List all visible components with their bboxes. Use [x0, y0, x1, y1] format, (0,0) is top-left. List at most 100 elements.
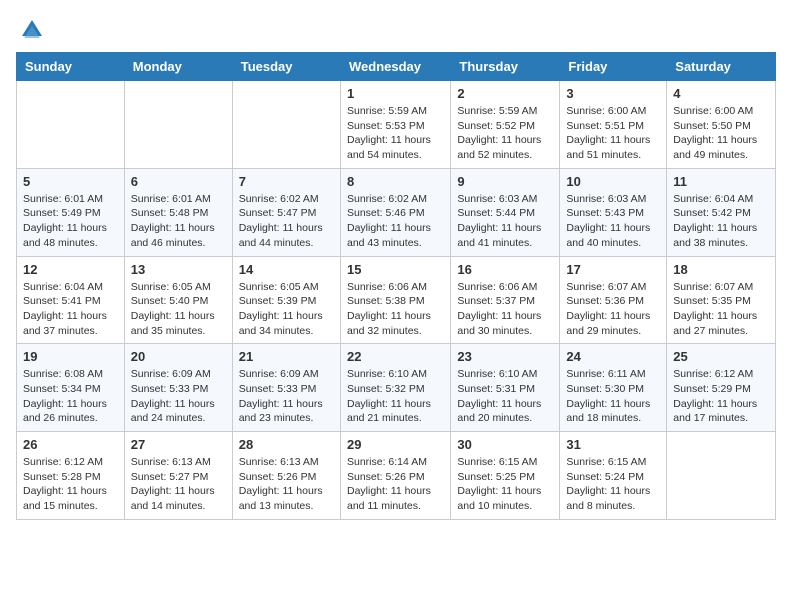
calendar-cell: 27 Sunrise: 6:13 AMSunset: 5:27 PMDaylig… [124, 432, 232, 520]
weekday-header-wednesday: Wednesday [340, 53, 450, 81]
day-number: 6 [131, 174, 226, 189]
logo [16, 16, 46, 40]
calendar-cell: 20 Sunrise: 6:09 AMSunset: 5:33 PMDaylig… [124, 344, 232, 432]
calendar-cell: 24 Sunrise: 6:11 AMSunset: 5:30 PMDaylig… [560, 344, 667, 432]
cell-info: Sunrise: 6:01 AMSunset: 5:48 PMDaylight:… [131, 193, 215, 249]
calendar-week-2: 5 Sunrise: 6:01 AMSunset: 5:49 PMDayligh… [17, 168, 776, 256]
day-number: 9 [457, 174, 553, 189]
page-header [16, 16, 776, 40]
calendar-cell: 21 Sunrise: 6:09 AMSunset: 5:33 PMDaylig… [232, 344, 340, 432]
day-number: 12 [23, 262, 118, 277]
calendar-cell: 3 Sunrise: 6:00 AMSunset: 5:51 PMDayligh… [560, 81, 667, 169]
calendar-cell: 10 Sunrise: 6:03 AMSunset: 5:43 PMDaylig… [560, 168, 667, 256]
cell-info: Sunrise: 6:06 AMSunset: 5:37 PMDaylight:… [457, 281, 541, 337]
calendar-cell: 14 Sunrise: 6:05 AMSunset: 5:39 PMDaylig… [232, 256, 340, 344]
calendar-cell: 2 Sunrise: 5:59 AMSunset: 5:52 PMDayligh… [451, 81, 560, 169]
cell-info: Sunrise: 6:00 AMSunset: 5:50 PMDaylight:… [673, 105, 757, 161]
calendar-cell: 28 Sunrise: 6:13 AMSunset: 5:26 PMDaylig… [232, 432, 340, 520]
day-number: 13 [131, 262, 226, 277]
calendar-cell: 6 Sunrise: 6:01 AMSunset: 5:48 PMDayligh… [124, 168, 232, 256]
cell-info: Sunrise: 6:11 AMSunset: 5:30 PMDaylight:… [566, 368, 650, 424]
day-number: 3 [566, 86, 660, 101]
calendar-cell: 4 Sunrise: 6:00 AMSunset: 5:50 PMDayligh… [667, 81, 776, 169]
day-number: 11 [673, 174, 769, 189]
calendar-cell: 11 Sunrise: 6:04 AMSunset: 5:42 PMDaylig… [667, 168, 776, 256]
calendar-cell: 9 Sunrise: 6:03 AMSunset: 5:44 PMDayligh… [451, 168, 560, 256]
calendar-cell: 22 Sunrise: 6:10 AMSunset: 5:32 PMDaylig… [340, 344, 450, 432]
day-number: 21 [239, 349, 334, 364]
day-number: 26 [23, 437, 118, 452]
weekday-header-sunday: Sunday [17, 53, 125, 81]
cell-info: Sunrise: 6:01 AMSunset: 5:49 PMDaylight:… [23, 193, 107, 249]
day-number: 25 [673, 349, 769, 364]
day-number: 4 [673, 86, 769, 101]
day-number: 24 [566, 349, 660, 364]
day-number: 10 [566, 174, 660, 189]
calendar-cell: 30 Sunrise: 6:15 AMSunset: 5:25 PMDaylig… [451, 432, 560, 520]
calendar-cell [124, 81, 232, 169]
day-number: 15 [347, 262, 444, 277]
calendar-cell: 25 Sunrise: 6:12 AMSunset: 5:29 PMDaylig… [667, 344, 776, 432]
calendar-week-3: 12 Sunrise: 6:04 AMSunset: 5:41 PMDaylig… [17, 256, 776, 344]
day-number: 7 [239, 174, 334, 189]
cell-info: Sunrise: 6:07 AMSunset: 5:35 PMDaylight:… [673, 281, 757, 337]
cell-info: Sunrise: 6:10 AMSunset: 5:31 PMDaylight:… [457, 368, 541, 424]
day-number: 23 [457, 349, 553, 364]
day-number: 20 [131, 349, 226, 364]
cell-info: Sunrise: 6:13 AMSunset: 5:27 PMDaylight:… [131, 456, 215, 512]
day-number: 28 [239, 437, 334, 452]
calendar-cell: 31 Sunrise: 6:15 AMSunset: 5:24 PMDaylig… [560, 432, 667, 520]
weekday-header-saturday: Saturday [667, 53, 776, 81]
calendar-cell: 26 Sunrise: 6:12 AMSunset: 5:28 PMDaylig… [17, 432, 125, 520]
calendar-cell: 1 Sunrise: 5:59 AMSunset: 5:53 PMDayligh… [340, 81, 450, 169]
weekday-header-monday: Monday [124, 53, 232, 81]
cell-info: Sunrise: 6:15 AMSunset: 5:25 PMDaylight:… [457, 456, 541, 512]
calendar-table: SundayMondayTuesdayWednesdayThursdayFrid… [16, 52, 776, 520]
calendar-cell [667, 432, 776, 520]
day-number: 8 [347, 174, 444, 189]
calendar-body: 1 Sunrise: 5:59 AMSunset: 5:53 PMDayligh… [17, 81, 776, 520]
cell-info: Sunrise: 6:02 AMSunset: 5:47 PMDaylight:… [239, 193, 323, 249]
calendar-cell: 29 Sunrise: 6:14 AMSunset: 5:26 PMDaylig… [340, 432, 450, 520]
cell-info: Sunrise: 6:09 AMSunset: 5:33 PMDaylight:… [131, 368, 215, 424]
day-number: 31 [566, 437, 660, 452]
calendar-cell: 16 Sunrise: 6:06 AMSunset: 5:37 PMDaylig… [451, 256, 560, 344]
calendar-cell: 23 Sunrise: 6:10 AMSunset: 5:31 PMDaylig… [451, 344, 560, 432]
calendar-cell: 17 Sunrise: 6:07 AMSunset: 5:36 PMDaylig… [560, 256, 667, 344]
cell-info: Sunrise: 6:04 AMSunset: 5:41 PMDaylight:… [23, 281, 107, 337]
cell-info: Sunrise: 6:00 AMSunset: 5:51 PMDaylight:… [566, 105, 650, 161]
calendar-cell: 8 Sunrise: 6:02 AMSunset: 5:46 PMDayligh… [340, 168, 450, 256]
weekday-header-friday: Friday [560, 53, 667, 81]
cell-info: Sunrise: 6:03 AMSunset: 5:44 PMDaylight:… [457, 193, 541, 249]
day-number: 27 [131, 437, 226, 452]
cell-info: Sunrise: 6:06 AMSunset: 5:38 PMDaylight:… [347, 281, 431, 337]
calendar-cell [17, 81, 125, 169]
day-number: 1 [347, 86, 444, 101]
cell-info: Sunrise: 6:02 AMSunset: 5:46 PMDaylight:… [347, 193, 431, 249]
day-number: 5 [23, 174, 118, 189]
cell-info: Sunrise: 6:05 AMSunset: 5:39 PMDaylight:… [239, 281, 323, 337]
calendar-header-row: SundayMondayTuesdayWednesdayThursdayFrid… [17, 53, 776, 81]
day-number: 19 [23, 349, 118, 364]
cell-info: Sunrise: 6:14 AMSunset: 5:26 PMDaylight:… [347, 456, 431, 512]
day-number: 29 [347, 437, 444, 452]
calendar-week-5: 26 Sunrise: 6:12 AMSunset: 5:28 PMDaylig… [17, 432, 776, 520]
cell-info: Sunrise: 6:07 AMSunset: 5:36 PMDaylight:… [566, 281, 650, 337]
weekday-header-tuesday: Tuesday [232, 53, 340, 81]
day-number: 14 [239, 262, 334, 277]
cell-info: Sunrise: 6:13 AMSunset: 5:26 PMDaylight:… [239, 456, 323, 512]
cell-info: Sunrise: 6:10 AMSunset: 5:32 PMDaylight:… [347, 368, 431, 424]
calendar-cell: 12 Sunrise: 6:04 AMSunset: 5:41 PMDaylig… [17, 256, 125, 344]
day-number: 30 [457, 437, 553, 452]
cell-info: Sunrise: 6:12 AMSunset: 5:28 PMDaylight:… [23, 456, 107, 512]
calendar-cell: 7 Sunrise: 6:02 AMSunset: 5:47 PMDayligh… [232, 168, 340, 256]
cell-info: Sunrise: 5:59 AMSunset: 5:53 PMDaylight:… [347, 105, 431, 161]
calendar-cell: 18 Sunrise: 6:07 AMSunset: 5:35 PMDaylig… [667, 256, 776, 344]
cell-info: Sunrise: 6:09 AMSunset: 5:33 PMDaylight:… [239, 368, 323, 424]
calendar-cell: 13 Sunrise: 6:05 AMSunset: 5:40 PMDaylig… [124, 256, 232, 344]
calendar-week-1: 1 Sunrise: 5:59 AMSunset: 5:53 PMDayligh… [17, 81, 776, 169]
logo-icon [18, 16, 46, 44]
calendar-cell: 19 Sunrise: 6:08 AMSunset: 5:34 PMDaylig… [17, 344, 125, 432]
cell-info: Sunrise: 6:15 AMSunset: 5:24 PMDaylight:… [566, 456, 650, 512]
cell-info: Sunrise: 6:12 AMSunset: 5:29 PMDaylight:… [673, 368, 757, 424]
